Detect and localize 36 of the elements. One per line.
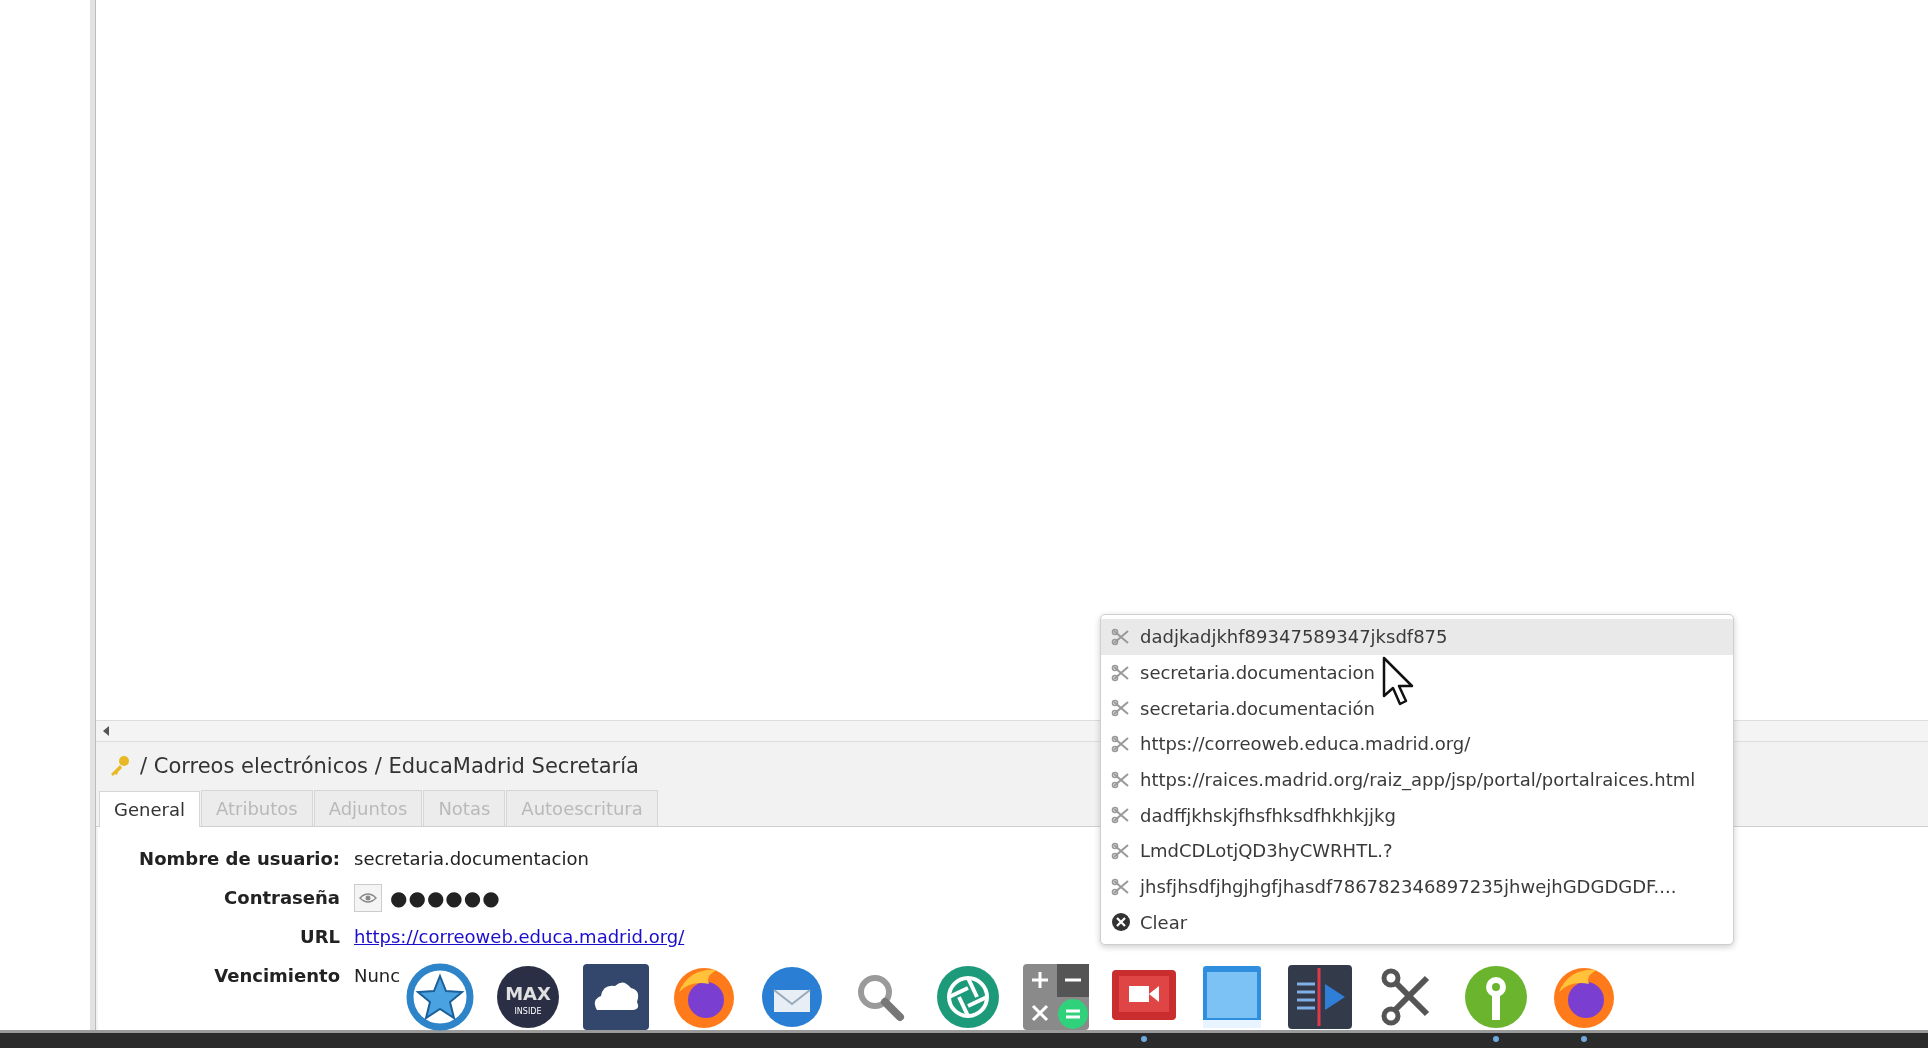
scissors-icon — [1111, 877, 1131, 896]
field-label: Contraseña — [223, 887, 340, 908]
menu-item[interactable]: Clear — [1101, 904, 1733, 941]
entry-path: / Correos electrónicos / EducaMadrid Secretaría — [140, 754, 639, 778]
star-app-icon[interactable] — [405, 962, 475, 1032]
clear-icon — [1111, 912, 1131, 933]
menu-item[interactable]: dadffjkhskjfhsfhksdfhkhkjjkg — [1101, 797, 1733, 834]
tab[interactable]: General — [99, 791, 200, 827]
scissors-icon — [1111, 806, 1131, 825]
cloud-app-icon[interactable] — [581, 962, 651, 1032]
menu-item[interactable]: jhsfjhsdfjhgjhgfjhasdf786782346897235jhwejhGDGDGDF.... — [1101, 868, 1733, 905]
mouse-pointer-icon — [1382, 656, 1416, 708]
menu-item[interactable]: secretaria.documentacion — [1101, 654, 1733, 691]
field-value: Nunc — [354, 965, 401, 986]
scissors-icon — [1111, 770, 1131, 789]
scissors-icon — [1111, 699, 1131, 718]
scroll-left-arrow-icon[interactable] — [102, 726, 110, 736]
field-label: Vencimiento — [213, 965, 340, 986]
scissors-icon — [1111, 734, 1131, 753]
menu-item[interactable]: https://raices.madrid.org/raiz_app/jsp/portal/portalraices.html — [1101, 761, 1733, 798]
calculator-app-icon[interactable] — [1021, 962, 1091, 1032]
eye-icon — [359, 890, 377, 905]
scissors-icon — [1111, 663, 1131, 682]
field-label: Nombre de usuario: — [138, 848, 340, 869]
field-label: URL — [299, 926, 340, 947]
show-password-button[interactable] — [354, 883, 382, 912]
field-value: secretaria.documentacion — [354, 848, 589, 869]
video-app-icon[interactable] — [1285, 962, 1355, 1032]
menu-item[interactable]: dadjkadjkhf89347589347jksdf875 — [1101, 619, 1733, 655]
scissors-icon — [1111, 841, 1131, 860]
scissors-icon — [1111, 627, 1131, 646]
url-link[interactable]: https://correoweb.educa.madrid.org/ — [354, 926, 685, 947]
menu-item[interactable]: LmdCDLotjQD3hyCWRHTL.? — [1101, 833, 1733, 869]
menu-item[interactable]: secretaria.documentación — [1101, 690, 1733, 727]
password-dots: ●●●●●● — [390, 885, 501, 910]
menu-item[interactable]: https://correoweb.educa.madrid.org/ — [1101, 726, 1733, 762]
